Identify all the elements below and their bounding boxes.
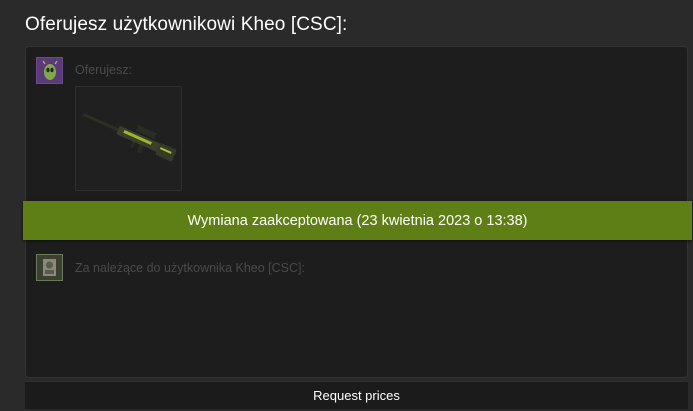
alien-avatar-icon xyxy=(37,58,62,83)
trade-accepted-banner: Wymiana zaakceptowana (23 kwietnia 2023 … xyxy=(23,201,692,240)
trade-offer-page: Oferujesz użytkownikowi Kheo [CSC]: Ofer… xyxy=(0,0,693,411)
my-avatar[interactable] xyxy=(36,57,63,84)
trade-status-text: Wymiana zaakceptowana (23 kwietnia 2023 … xyxy=(187,212,528,229)
sniper-rifle-icon xyxy=(82,113,177,162)
user-avatar-icon xyxy=(37,255,62,280)
partner-offer-label: Za należące do użytkownika Kheo [CSC]: xyxy=(75,261,305,275)
request-prices-button[interactable]: Request prices xyxy=(25,381,688,409)
offered-item-slot[interactable] xyxy=(75,86,182,191)
you-offer-label: Oferujesz: xyxy=(75,63,132,77)
partner-avatar[interactable] xyxy=(36,254,63,281)
request-prices-label: Request prices xyxy=(313,388,400,403)
offer-title: Oferujesz użytkownikowi Kheo [CSC]: xyxy=(25,14,348,35)
